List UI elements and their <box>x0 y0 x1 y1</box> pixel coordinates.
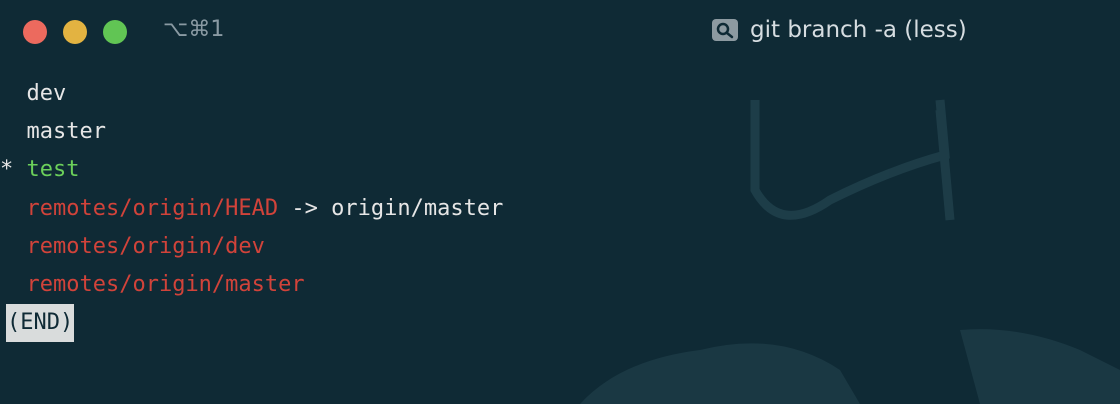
branch-line: dev <box>0 75 1120 113</box>
pager-end-indicator: (END) <box>6 304 75 343</box>
window-title: git branch -a (less) <box>712 17 967 43</box>
branch-line: remotes/origin/dev <box>0 228 1120 266</box>
head-pointer: -> origin/master <box>278 195 504 221</box>
close-button[interactable] <box>23 20 47 44</box>
current-branch-name: test <box>26 157 80 183</box>
remote-branch-name: remotes/origin/dev <box>26 233 265 259</box>
pager-line: (END) <box>0 304 1120 343</box>
current-branch-marker: * <box>0 157 14 183</box>
branch-line: master <box>0 113 1120 151</box>
branch-marker <box>0 119 13 144</box>
branch-name: master <box>26 119 106 145</box>
maximize-button[interactable] <box>103 20 127 44</box>
branch-line: remotes/origin/HEAD -> origin/master <box>0 190 1120 228</box>
branch-marker <box>0 196 13 221</box>
branch-name: dev <box>26 81 67 106</box>
remote-branch-name: remotes/origin/HEAD <box>26 195 279 221</box>
branch-marker <box>0 234 13 259</box>
branch-line: * test <box>0 151 1120 189</box>
branch-marker <box>0 272 13 297</box>
title-bar: ⌥⌘1 git branch -a (less) <box>0 0 1120 64</box>
terminal-output[interactable]: dev master * test remotes/origin/HEAD ->… <box>0 75 1120 343</box>
terminal-window: ⌥⌘1 git branch -a (less) dev master * te… <box>0 0 1120 404</box>
minimize-button[interactable] <box>63 20 87 44</box>
window-shortcut: ⌥⌘1 <box>163 17 225 42</box>
branch-line: remotes/origin/master <box>0 266 1120 304</box>
magnifier-icon <box>712 19 738 41</box>
window-title-text: git branch -a (less) <box>750 17 967 43</box>
remote-branch-name: remotes/origin/master <box>26 271 305 297</box>
branch-marker <box>0 81 13 106</box>
